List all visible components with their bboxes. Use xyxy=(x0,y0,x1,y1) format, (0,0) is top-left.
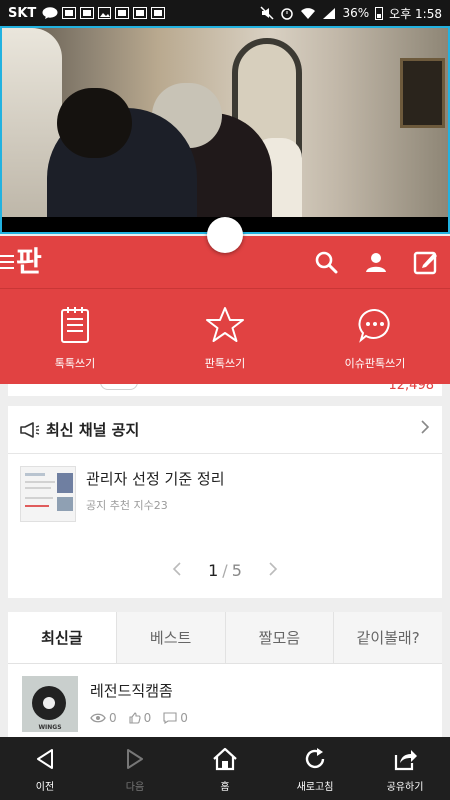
tab-images[interactable]: 짤모음 xyxy=(224,612,334,663)
notice-pager: 1/5 xyxy=(8,558,442,582)
carrier-label: SKT xyxy=(8,5,37,21)
notice-item-title: 관리자 선정 기준 정리 xyxy=(86,470,225,488)
notice-header[interactable]: 최신 채널 공지 xyxy=(8,406,442,454)
home-button[interactable]: 홈 xyxy=(180,737,270,800)
chat-bubble-icon xyxy=(357,303,393,347)
edit-icon xyxy=(413,251,437,275)
write-issue-panntok-button[interactable]: 이슈판톡쓰기 xyxy=(300,289,450,384)
back-arrow-icon xyxy=(34,744,56,774)
write-toktok-label: 톡톡쓰기 xyxy=(54,356,96,370)
video-player[interactable] xyxy=(0,26,450,234)
next-page-icon[interactable] xyxy=(268,558,278,582)
mute-icon xyxy=(260,6,275,20)
home-icon xyxy=(212,744,238,774)
notice-item-meta: 공지 추천 지수23 xyxy=(86,499,168,512)
join-pill[interactable] xyxy=(100,384,138,390)
battery-icon xyxy=(375,6,384,20)
share-button[interactable]: 공유하기 xyxy=(360,737,450,800)
pann-notification-icon xyxy=(133,6,148,20)
write-panntok-label: 판톡쓰기 xyxy=(204,356,246,370)
star-icon xyxy=(205,303,245,347)
write-panel: 톡톡쓰기 판톡쓰기 이슈판톡쓰기 xyxy=(0,288,450,384)
share-icon xyxy=(392,744,418,774)
channel-stats-row: 12,498 xyxy=(8,384,442,396)
megaphone-icon xyxy=(20,421,40,438)
pann-notification-icon xyxy=(80,6,95,20)
refresh-icon xyxy=(303,744,327,774)
channel-notice-card: 최신 채널 공지 관리자 선정 기준 정리 공지 추천 지수23 1/5 xyxy=(8,406,442,598)
thumbnail-text: WINGS xyxy=(38,724,62,731)
home-label: 홈 xyxy=(220,782,230,793)
logo-text: 판 xyxy=(16,245,42,278)
page-current: 1 xyxy=(208,560,219,580)
write-button[interactable] xyxy=(412,248,440,276)
forward-label: 다음 xyxy=(125,782,145,793)
talk-notification-icon xyxy=(42,6,58,20)
signal-icon xyxy=(322,6,336,20)
page-separator: / xyxy=(222,560,228,580)
member-count: 12,498 xyxy=(388,384,435,393)
resize-handle[interactable] xyxy=(207,217,243,253)
pann-logo[interactable]: 판 xyxy=(0,236,42,288)
view-count: 0 xyxy=(90,711,117,725)
forward-button[interactable]: 다음 xyxy=(90,737,180,800)
image-notification-icon xyxy=(98,6,112,20)
search-button[interactable] xyxy=(312,248,340,276)
notice-thumbnail xyxy=(20,466,76,522)
user-icon xyxy=(366,253,386,272)
prev-page-icon[interactable] xyxy=(172,558,182,582)
notice-item[interactable]: 관리자 선정 기준 정리 공지 추천 지수23 xyxy=(8,454,442,522)
wifi-icon xyxy=(300,6,316,20)
menu-icon xyxy=(0,255,14,269)
comment-icon xyxy=(163,712,177,724)
refresh-label: 새로고침 xyxy=(296,782,334,793)
pann-notification-icon xyxy=(151,6,166,20)
post-list-card: 최신글 베스트 짤모음 같이볼래? WINGS 레전드직캠좀 0 0 0 xyxy=(8,612,442,742)
post-tabs: 최신글 베스트 짤모음 같이볼래? xyxy=(8,612,442,664)
post-title: 레전드직캠좀 xyxy=(90,682,173,700)
forward-arrow-icon xyxy=(124,744,146,774)
like-count: 0 xyxy=(129,711,152,725)
chevron-right-icon[interactable] xyxy=(420,419,430,440)
bottom-navigation: 이전 다음 홈 새로고침 공유하기 xyxy=(0,737,450,800)
notice-title: 최신 채널 공지 xyxy=(46,421,140,439)
like-count-value: 0 xyxy=(143,711,152,725)
view-count-value: 0 xyxy=(109,711,117,725)
back-label: 이전 xyxy=(35,782,55,793)
page-indicator: 1/5 xyxy=(208,561,242,580)
pann-notification-icon xyxy=(115,6,130,20)
battery-percent: 36% xyxy=(342,6,370,20)
page-total: 5 xyxy=(231,560,242,580)
pann-notification-icon xyxy=(62,6,77,20)
video-frame xyxy=(2,28,448,228)
back-button[interactable]: 이전 xyxy=(0,737,90,800)
alarm-icon xyxy=(280,6,294,20)
notepad-icon xyxy=(60,303,90,347)
list-item[interactable]: WINGS 레전드직캠좀 0 0 0 xyxy=(8,664,442,744)
eye-icon xyxy=(90,713,106,723)
tab-latest[interactable]: 최신글 xyxy=(8,612,116,663)
thumbs-up-icon xyxy=(129,712,141,724)
profile-button[interactable] xyxy=(362,248,390,276)
tab-best[interactable]: 베스트 xyxy=(115,612,225,663)
refresh-button[interactable]: 새로고침 xyxy=(270,737,360,800)
post-thumbnail: WINGS xyxy=(22,676,78,732)
write-toktok-button[interactable]: 톡톡쓰기 xyxy=(0,289,150,384)
tab-watch-together[interactable]: 같이볼래? xyxy=(333,612,442,663)
comment-count-value: 0 xyxy=(180,711,188,725)
share-label: 공유하기 xyxy=(386,782,424,793)
write-issue-panntok-label: 이슈판톡쓰기 xyxy=(344,356,406,370)
write-panntok-button[interactable]: 판톡쓰기 xyxy=(150,289,300,384)
search-icon xyxy=(315,251,338,274)
clock: 오후 1:58 xyxy=(389,6,442,21)
comment-count: 0 xyxy=(163,711,188,725)
status-bar: SKT 36% 오후 1:58 xyxy=(0,0,450,26)
